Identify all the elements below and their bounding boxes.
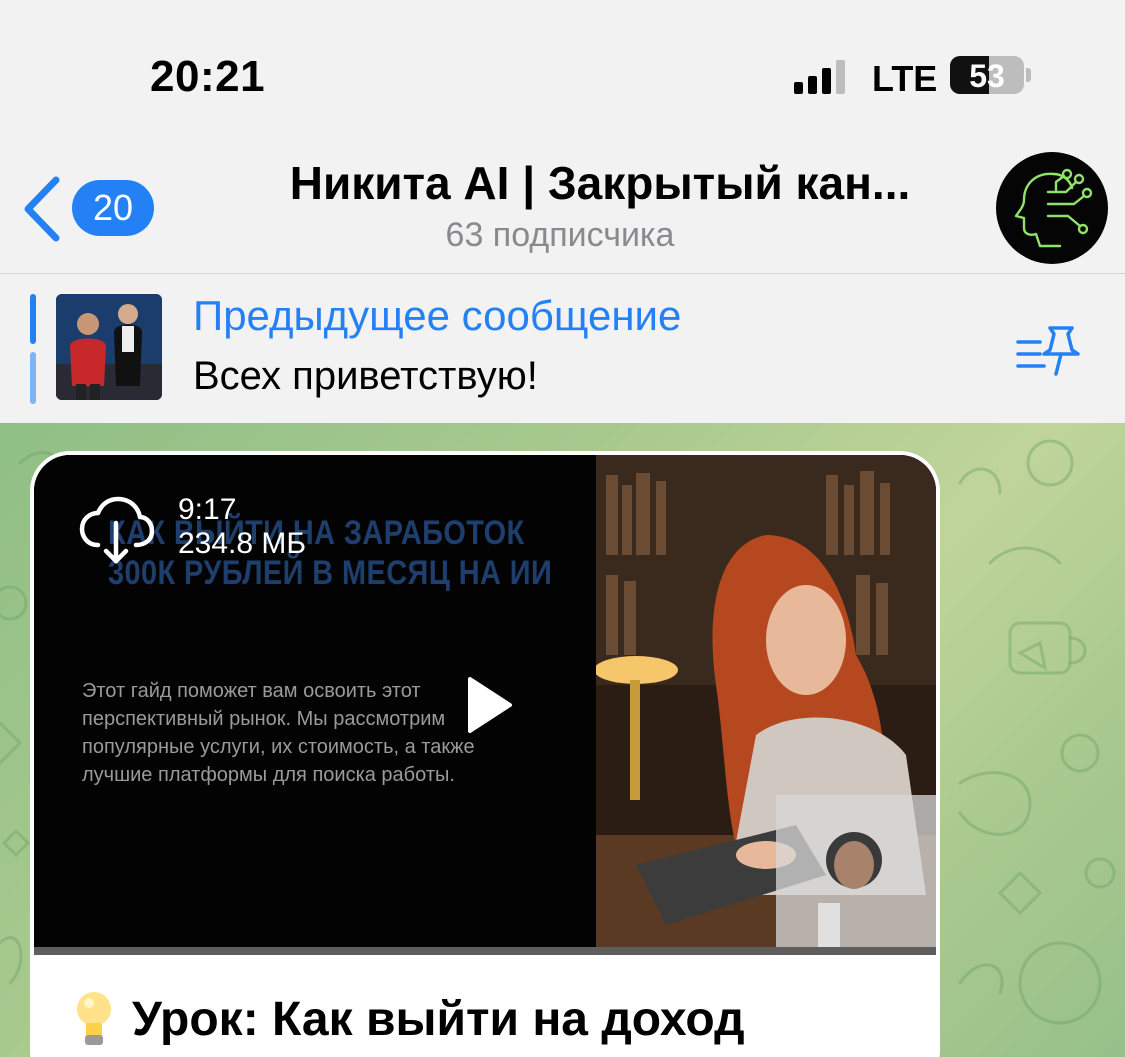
battery-cap [1026, 68, 1031, 82]
video-size: 234.8 МБ [178, 527, 307, 560]
play-icon[interactable] [464, 675, 514, 735]
battery-icon: 53 [950, 56, 1024, 94]
pinned-indicator [30, 294, 36, 404]
unread-count-badge: 20 [72, 180, 154, 236]
video-meta: 9:17 234.8 МБ [178, 493, 306, 561]
status-bar: 20:21 LTE 53 [0, 0, 1125, 140]
back-chevron-icon [24, 176, 60, 242]
download-icon[interactable] [78, 495, 154, 567]
chat-title[interactable]: Никита AI | Закрытый кан... [200, 156, 1000, 210]
battery-level: 53 [969, 58, 1005, 94]
chat-subtitle: 63 подписчика [445, 216, 675, 254]
status-time: 20:21 [150, 52, 266, 101]
caption-text: Урок: Как выйти на доход [132, 992, 745, 1046]
video-preview[interactable]: КАК ВЫЙТИ НА ЗАРАБОТОК 300К РУБЛЕЙ В МЕС… [34, 455, 936, 955]
pinned-thumbnail [56, 294, 162, 400]
pinned-message-bar[interactable]: Предыдущее сообщение Всех приветствую! [0, 273, 1125, 424]
message-caption: Урок: Как выйти на доход [72, 989, 745, 1049]
video-progress-track [34, 947, 936, 955]
pinned-title: Предыдущее сообщение [193, 292, 682, 339]
video-duration: 9:17 [178, 493, 237, 526]
channel-avatar[interactable] [996, 152, 1108, 264]
signal-icon [794, 60, 845, 94]
chat-header: 20 Никита AI | Закрытый кан... 63 подпис… [0, 140, 1125, 273]
ai-head-logo-icon [1014, 168, 1093, 248]
back-button[interactable]: 20 [20, 174, 160, 244]
chat-area: КАК ВЫЙТИ НА ЗАРАБОТОК 300К РУБЛЕЙ В МЕС… [0, 423, 1125, 1057]
message-bubble[interactable]: КАК ВЫЙТИ НА ЗАРАБОТОК 300К РУБЛЕЙ В МЕС… [30, 451, 940, 1057]
video-thumb-paragraph: Этот гайд поможет вам освоить этот персп… [82, 680, 475, 786]
network-type: LTE [872, 58, 938, 99]
video-thumb-photo [596, 455, 936, 955]
lightbulb-icon [77, 992, 111, 1045]
pinned-text: Всех приветствую! [193, 354, 538, 398]
pinned-list-icon[interactable] [1014, 324, 1084, 380]
